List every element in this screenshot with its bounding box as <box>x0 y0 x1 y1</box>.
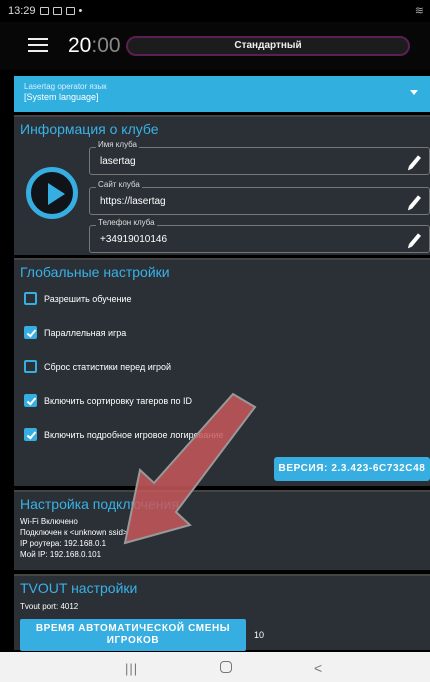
back-icon[interactable]: < <box>314 660 322 676</box>
club-phone-value: +34919010146 <box>100 234 168 245</box>
auto-player-switch-time-button[interactable]: ВРЕМЯ АВТОМАТИЧЕСКОЙ СМЕНЫ ИГРОКОВ <box>20 619 246 651</box>
my-ip: Мой IP: 192.168.0.101 <box>20 550 102 559</box>
language-value: [System language] <box>24 92 99 102</box>
checkbox-icon[interactable] <box>24 292 37 305</box>
global-settings-title: Глобальные настройки <box>20 264 170 280</box>
status-time: 13:29 <box>8 5 36 17</box>
play-button[interactable] <box>26 167 78 219</box>
system-nav-bar: ||| < <box>0 652 430 682</box>
game-time: 20:00 <box>68 34 121 57</box>
club-site-field[interactable]: Сайт клуба https://lasertag <box>89 180 430 215</box>
club-info-title: Информация о клубе <box>20 121 159 137</box>
edit-icon[interactable] <box>408 233 422 247</box>
edit-icon[interactable] <box>408 155 422 169</box>
checkbox-checked-icon[interactable] <box>24 428 37 441</box>
button-label-line1: ВРЕМЯ АВТОМАТИЧЕСКОЙ СМЕНЫ <box>35 623 231 634</box>
dot-icon: • <box>78 5 83 17</box>
router-ip: IP роутера: 192.168.0.1 <box>20 539 107 548</box>
connection-panel: Настройка подключения Wi-Fi Включено Под… <box>14 490 430 570</box>
game-mode-selector[interactable]: Стандартный <box>126 36 410 56</box>
mail-icon <box>65 7 75 15</box>
play-icon <box>48 183 65 205</box>
checkbox-parallel-game[interactable]: Параллельная игра <box>24 326 126 339</box>
checkbox-label: Разрешить обучение <box>44 293 132 304</box>
checkbox-label: Включить подробное игровое логирование <box>44 429 224 440</box>
club-name-label: Имя клуба <box>96 140 139 149</box>
connection-title: Настройка подключения <box>20 496 179 512</box>
cast-icon <box>52 7 62 15</box>
hamburger-menu-icon[interactable] <box>28 38 48 52</box>
global-settings-panel: Глобальные настройки Разрешить обучение … <box>14 258 430 486</box>
club-name-field[interactable]: Имя клуба lasertag <box>89 140 430 175</box>
tvout-panel: TVOUT настройки Tvout port: 4012 ВРЕМЯ А… <box>14 574 430 651</box>
checkbox-allow-training[interactable]: Разрешить обучение <box>24 292 131 305</box>
club-site-value: https://lasertag <box>100 196 166 207</box>
button-label-line2: ИГРОКОВ <box>106 635 160 646</box>
tvout-port: Tvout port: 4012 <box>20 602 79 611</box>
checkbox-icon[interactable] <box>24 360 37 373</box>
checkbox-checked-icon[interactable] <box>24 326 37 339</box>
wifi-status: Wi-Fi Включено <box>20 517 78 526</box>
top-bar: 20:00 Стандартный <box>0 22 430 70</box>
club-info-panel: Информация о клубе Имя клуба lasertag Са… <box>14 115 430 255</box>
version-button[interactable]: ВЕРСИЯ: 2.3.423-6C732C48 <box>274 457 430 481</box>
image-icon <box>39 7 49 15</box>
edit-icon[interactable] <box>408 195 422 209</box>
checkbox-detailed-logging[interactable]: Включить подробное игровое логирование <box>24 428 223 441</box>
club-site-label: Сайт клуба <box>96 180 142 189</box>
language-dropdown[interactable]: Lasertag operator язык [System language] <box>14 76 430 112</box>
wifi-icon: ≋ <box>414 5 424 17</box>
club-phone-field[interactable]: Телефон клуба +34919010146 <box>89 218 430 253</box>
checkbox-reset-stats[interactable]: Сброс статистики перед игрой <box>24 360 171 373</box>
checkbox-label: Параллельная игра <box>44 327 127 338</box>
checkbox-checked-icon[interactable] <box>24 394 37 407</box>
connected-ssid: Подключен к <unknown ssid> <box>20 528 128 537</box>
auto-switch-value: 10 <box>254 630 265 640</box>
club-name-value: lasertag <box>100 156 136 167</box>
dropdown-caret-icon <box>410 90 418 95</box>
status-bar: 13:29 • ≋ <box>0 0 430 22</box>
home-icon[interactable] <box>220 661 232 673</box>
checkbox-label: Включить сортировку тагеров по ID <box>44 395 193 406</box>
club-phone-label: Телефон клуба <box>96 218 157 227</box>
checkbox-label: Сброс статистики перед игрой <box>44 361 172 372</box>
recents-icon[interactable]: ||| <box>125 661 138 676</box>
tvout-title: TVOUT настройки <box>20 580 138 596</box>
checkbox-sort-by-id[interactable]: Включить сортировку тагеров по ID <box>24 394 192 407</box>
language-label: Lasertag operator язык <box>24 82 107 91</box>
